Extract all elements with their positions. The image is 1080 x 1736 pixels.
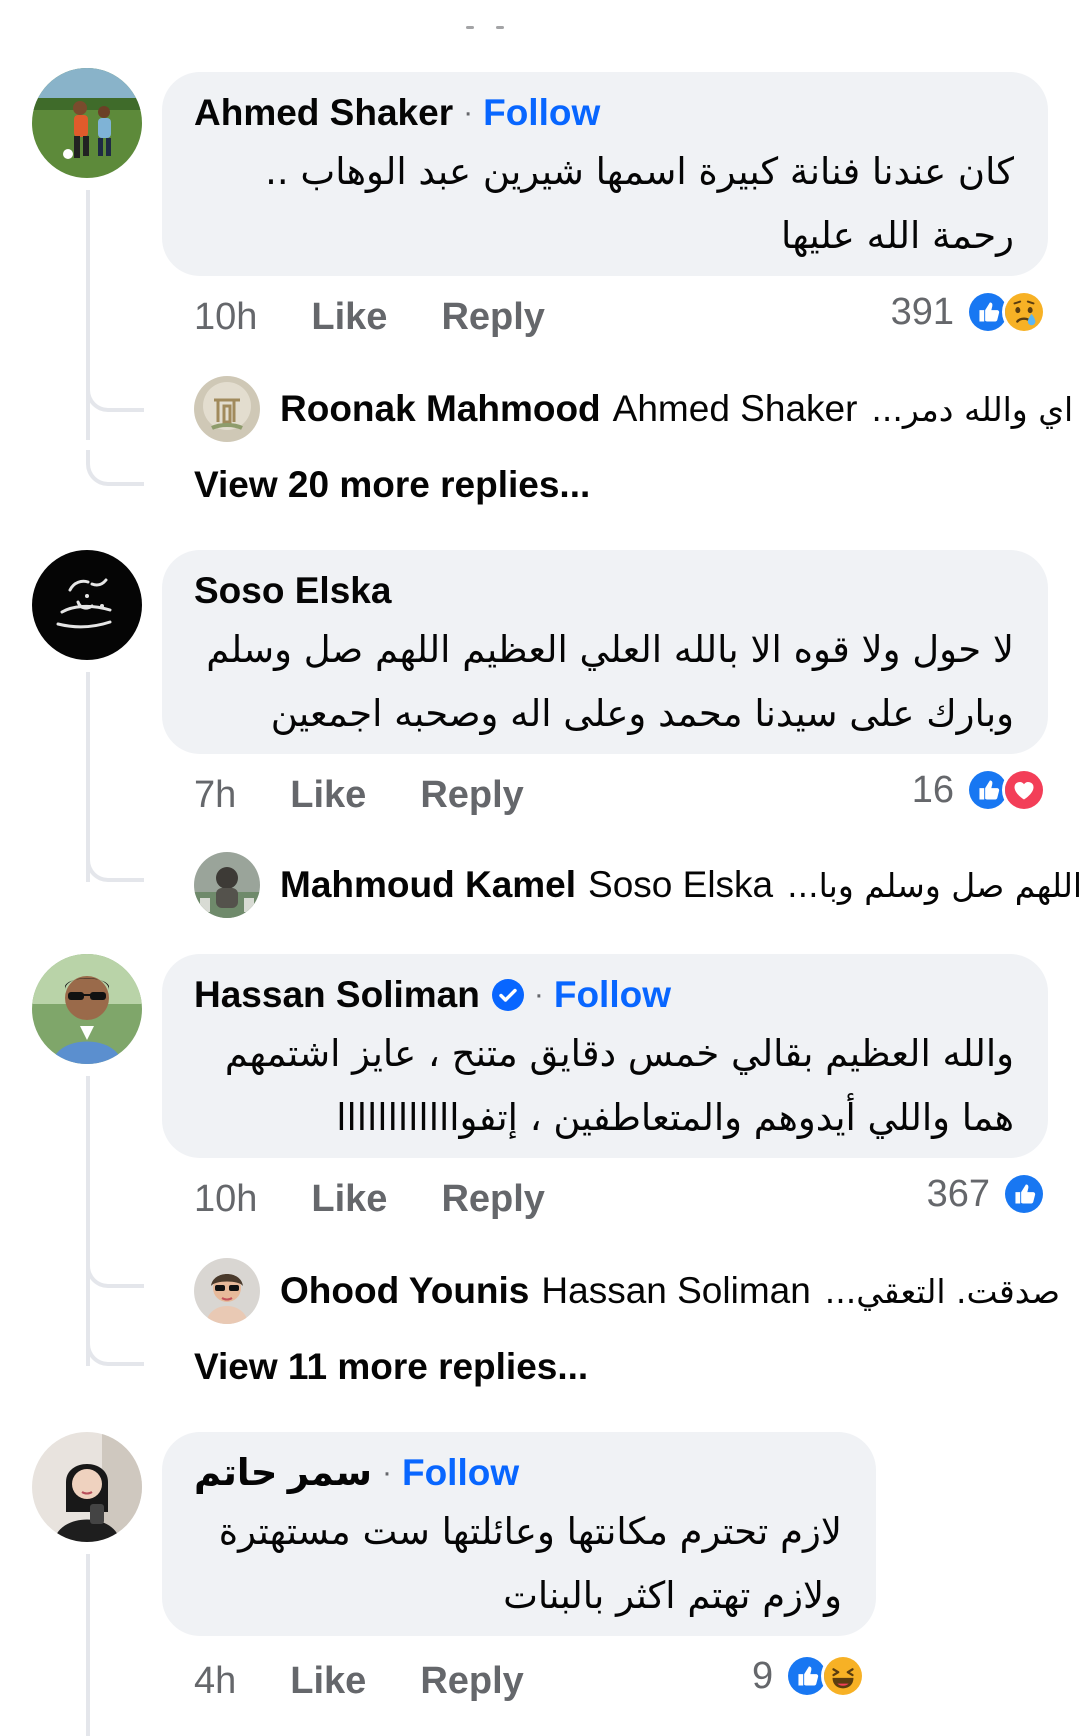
reply-preview[interactable]: Ohood Younis Hassan Soliman صدقت. التعقي… [194,1258,1060,1324]
comment-text-line: لا حول ولا قوه الا بالله العلي العظيم ال… [206,628,1014,671]
separator-dot: · [533,978,544,1011]
comment-bubble: Soso Elska لا حول ولا قوه الا بالله العل… [162,550,1048,754]
like-button[interactable]: Like [290,1660,366,1703]
reaction-summary[interactable]: 391 [891,290,1046,334]
comment-bubble: Ahmed Shaker · Follow كان عندنا فنانة كب… [162,72,1048,276]
comment-bubble: Hassan Soliman · Follow والله العظيم بقا… [162,954,1048,1158]
loading-indicator [466,26,516,32]
reply-text: صدقت. التعقي... [824,1271,1061,1311]
reply-author[interactable]: Roonak Mahmood [280,388,601,430]
like-button[interactable]: Like [311,1178,387,1221]
avatar[interactable] [32,954,142,1064]
haha-icon [821,1654,866,1698]
author-name[interactable]: سمر حاتم [194,1450,372,1496]
comment-text-line: وبارك على سيدنا محمد وعلى اله وصحبه اجمع… [270,692,1014,735]
reaction-count: 391 [890,290,954,333]
author-name[interactable]: Ahmed Shaker [194,90,453,136]
sad-icon [1002,290,1046,334]
reply-button[interactable]: Reply [441,1178,544,1221]
follow-button[interactable]: Follow [554,972,671,1018]
view-more-replies-link[interactable]: View 11 more replies... [194,1346,588,1388]
comment-actions: 10h Like Reply [194,1178,545,1221]
separator-dot: · [463,96,474,129]
author-name[interactable]: Soso Elska [194,568,391,614]
reaction-summary[interactable]: 9 [752,1654,866,1698]
avatar[interactable] [32,68,142,178]
comment-text-line: هما واللي أيدوهم والمتعاطفين ، إتفوااااا… [336,1096,1014,1139]
love-icon [1002,768,1046,812]
avatar[interactable] [194,376,260,442]
comment-bubble: سمر حاتم · Follow لازم تحترم مكانتها وعا… [162,1432,876,1636]
timestamp[interactable]: 4h [194,1660,236,1703]
comment-text-line: لازم تحترم مكانتها وعائلتها ست مستهترة [218,1510,842,1553]
comment-text-line: رحمة الله عليها [781,214,1014,257]
thread-branch [86,1330,144,1366]
reaction-count: 16 [911,768,954,811]
comment-text-line: والله العظيم بقالي خمس دقايق متنح ، عايز… [224,1032,1014,1075]
follow-button[interactable]: Follow [402,1450,519,1496]
reply-author[interactable]: Mahmoud Kamel [280,864,576,906]
avatar[interactable] [32,1432,142,1542]
reply-button[interactable]: Reply [420,774,523,817]
follow-button[interactable]: Follow [483,90,600,136]
timestamp[interactable]: 7h [194,774,236,817]
like-button[interactable]: Like [290,774,366,817]
comment-actions: 7h Like Reply [194,774,524,817]
avatar[interactable] [32,550,142,660]
comment-text-line: كان عندنا فنانة كبيرة اسمها شيرين عبد ال… [265,150,1014,193]
separator-dot: · [381,1456,392,1489]
thread-branch [86,1252,144,1288]
reply-text: اللهم صل وسلم وبا... [787,865,1080,905]
comment-actions: 4h Like Reply [194,1660,524,1703]
reply-text: اي والله دمر... [871,389,1074,429]
reaction-count: 367 [926,1172,990,1215]
avatar[interactable] [194,1258,260,1324]
reaction-summary[interactable]: 16 [912,768,1046,812]
timestamp[interactable]: 10h [194,296,257,339]
reaction-summary[interactable]: 367 [927,1172,1046,1216]
reply-preview[interactable]: Mahmoud Kamel Soso Elska اللهم صل وسلم و… [194,852,1080,918]
reply-author[interactable]: Ohood Younis [280,1270,529,1312]
reaction-count: 9 [752,1654,774,1697]
reply-button[interactable]: Reply [420,1660,523,1703]
like-button[interactable]: Like [311,296,387,339]
reply-mention[interactable]: Hassan Soliman [541,1270,810,1312]
reply-preview[interactable]: Roonak Mahmood Ahmed Shaker اي والله دمر… [194,376,1073,442]
timestamp[interactable]: 10h [194,1178,257,1221]
view-more-replies-link[interactable]: View 20 more replies... [194,464,590,506]
thread-branch [86,846,144,882]
reply-button[interactable]: Reply [441,296,544,339]
comment-actions: 10h Like Reply [194,296,545,339]
thread-line [86,1554,90,1736]
avatar[interactable] [194,852,260,918]
verified-badge-icon [491,979,524,1011]
thread-line [86,1076,90,1366]
comment-text-line: ولازم تهتم اكثر بالبنات [503,1574,842,1617]
like-icon [1002,1172,1046,1216]
reply-mention[interactable]: Soso Elska [588,864,773,906]
reply-mention[interactable]: Ahmed Shaker [613,388,858,430]
thread-branch [86,376,144,412]
thread-branch [86,450,144,486]
author-name[interactable]: Hassan Soliman [194,972,480,1018]
